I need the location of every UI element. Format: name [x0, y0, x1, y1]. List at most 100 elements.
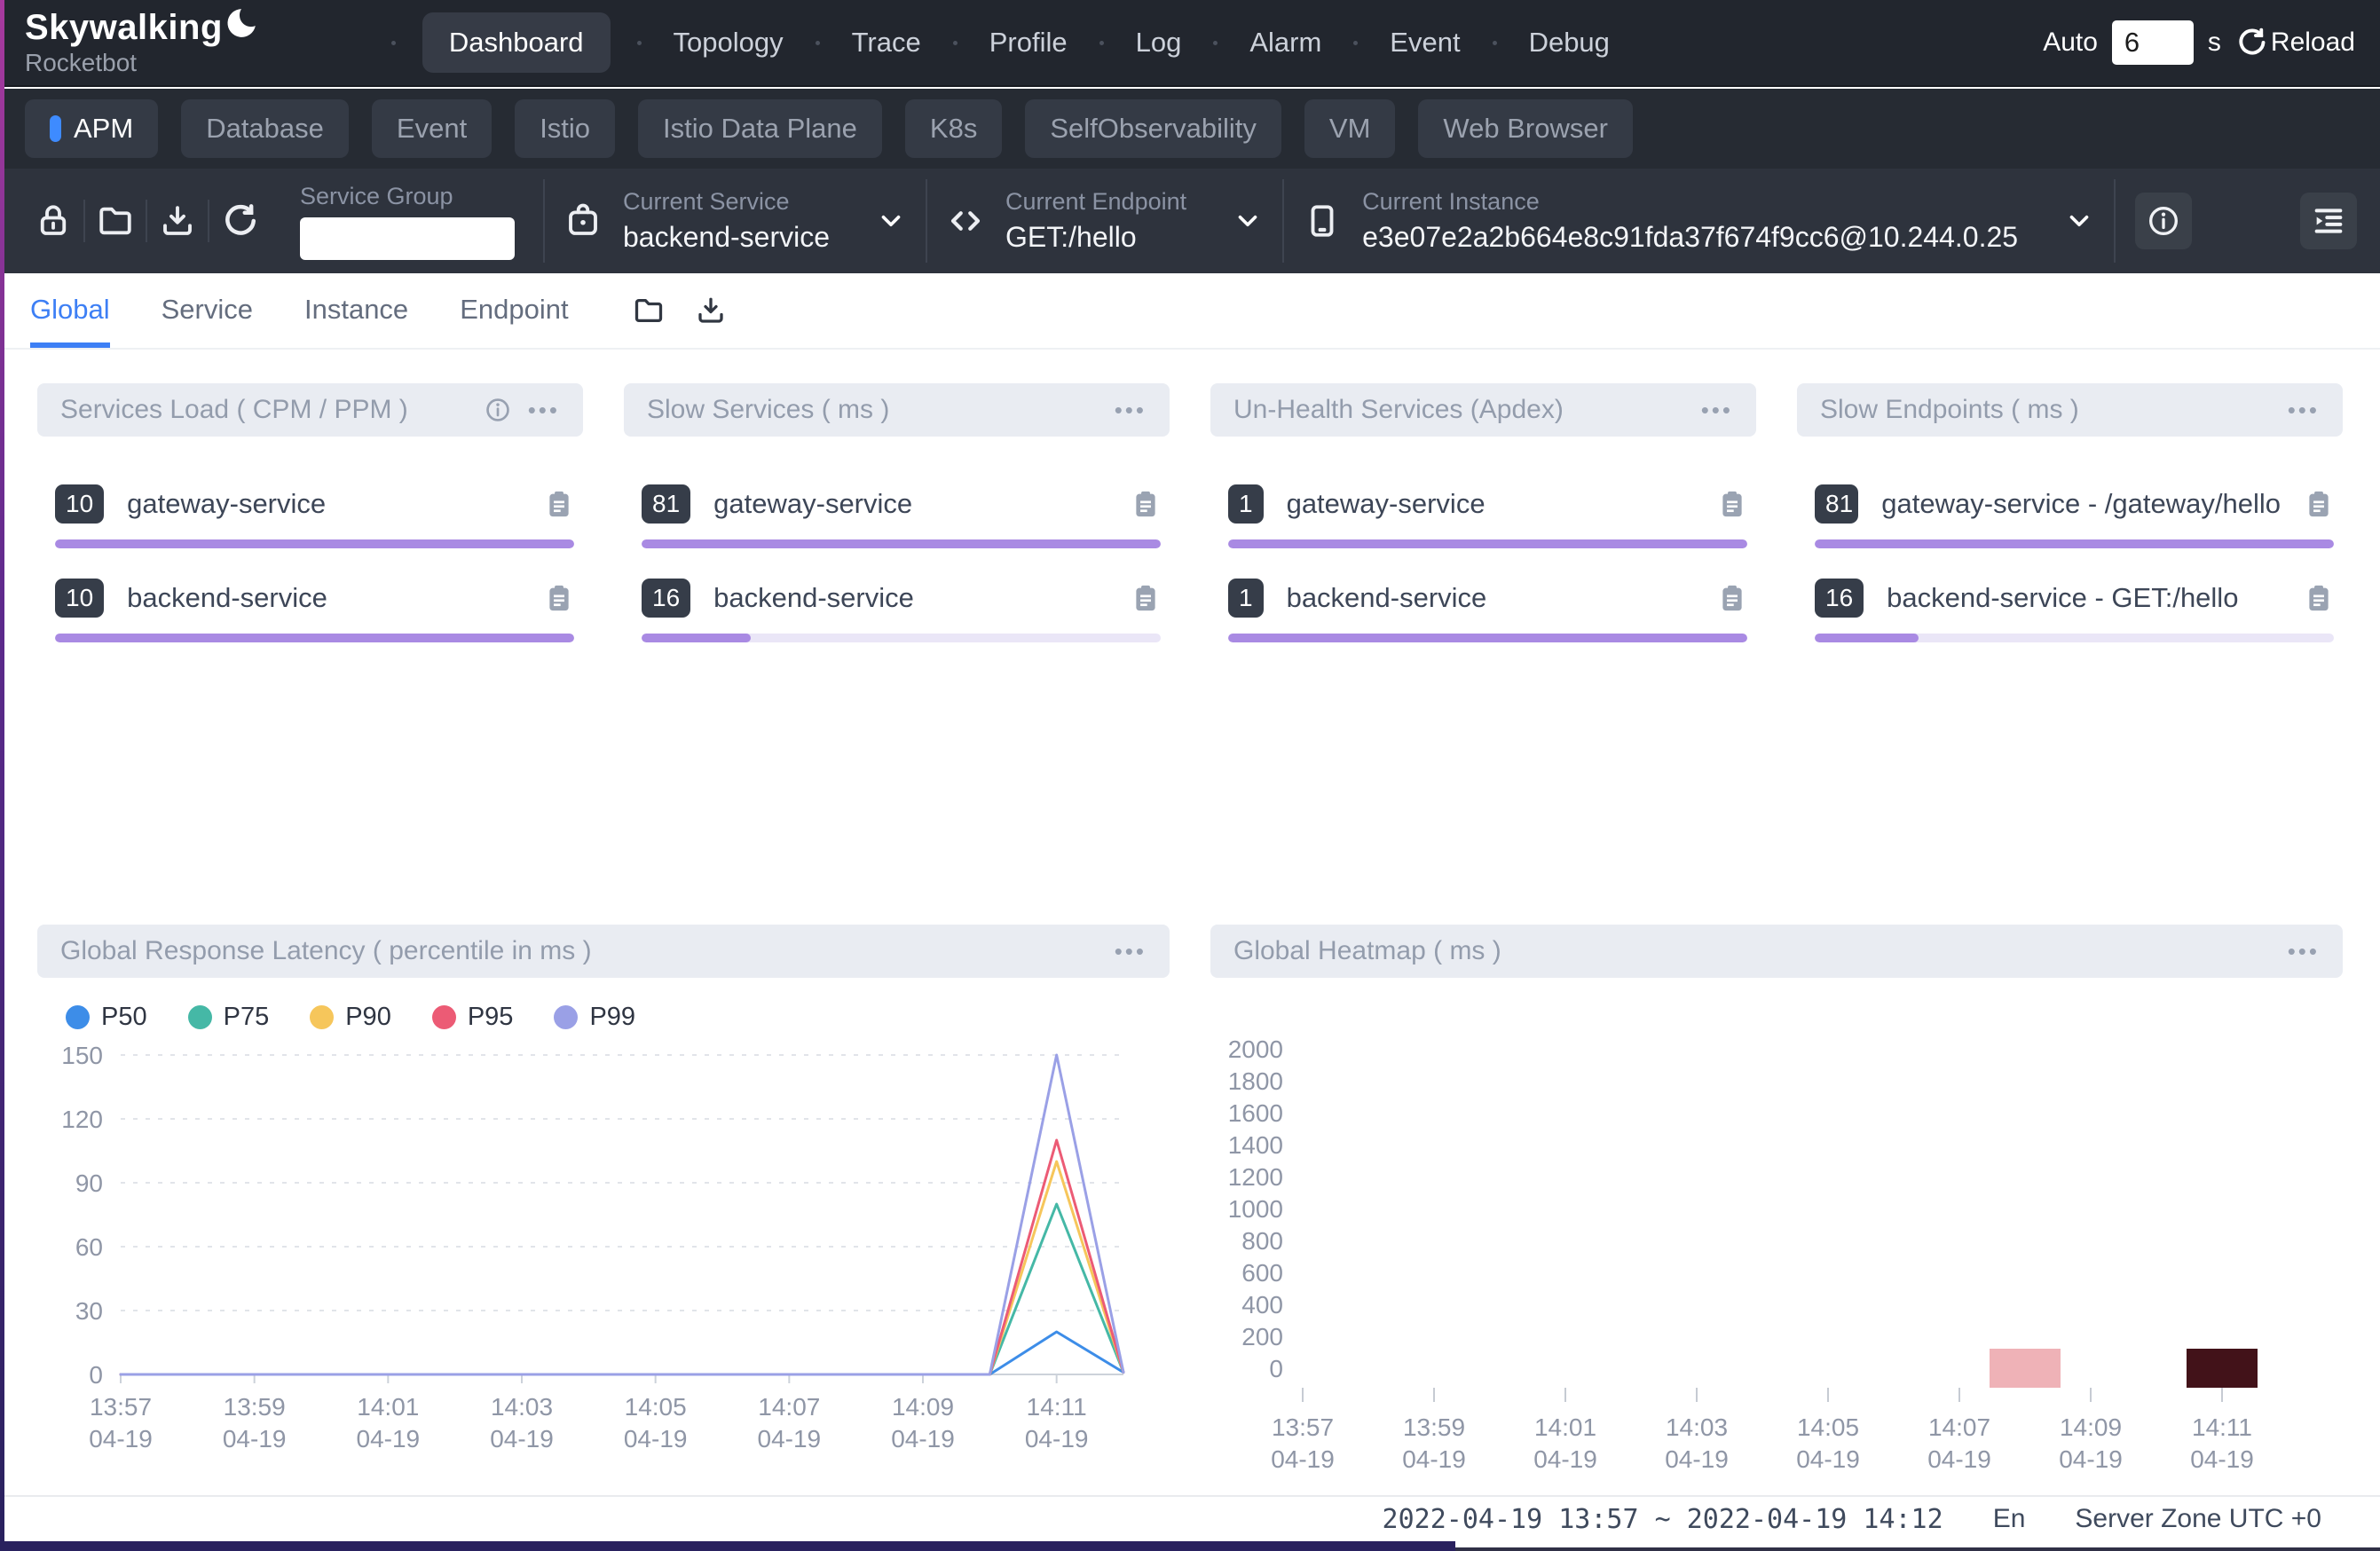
heatmap-chart-card: Global Heatmap ( ms ) ••• 02004006008001…	[1200, 914, 2353, 1473]
clipboard-icon[interactable]	[2304, 580, 2334, 616]
slow-services-card: Slow Services ( ms ) ••• 81 gateway-serv…	[613, 373, 1180, 887]
app-logo[interactable]: Skywalking Rocketbot	[25, 10, 258, 75]
nav-item-alarm[interactable]: Alarm	[1244, 12, 1327, 73]
tab-event[interactable]: Event	[372, 99, 492, 158]
svg-text:04-19: 04-19	[490, 1425, 554, 1453]
time-range-picker[interactable]: 2022-04-19 13:57 ~ 2022-04-19 14:12	[1383, 1504, 1943, 1535]
progress-track	[1228, 539, 1747, 548]
legend-item-p90[interactable]: P90	[310, 1003, 391, 1032]
tab-service[interactable]: Service	[162, 273, 253, 348]
legend-item-p99[interactable]: P99	[554, 1003, 635, 1032]
nav-item-debug[interactable]: Debug	[1524, 12, 1615, 73]
tab-instance[interactable]: Instance	[304, 273, 408, 348]
card-title: Slow Endpoints ( ms )	[1820, 395, 2079, 425]
svg-text:1400: 1400	[1228, 1131, 1283, 1159]
clipboard-icon[interactable]	[1717, 486, 1747, 522]
unhealth-services-card: Un-Health Services (Apdex) ••• 1 gateway…	[1200, 373, 1767, 887]
nav-item-profile[interactable]: Profile	[984, 12, 1073, 73]
download-icon[interactable]	[695, 295, 727, 327]
refresh-button[interactable]	[221, 202, 258, 240]
progress-track	[1228, 634, 1747, 642]
clipboard-icon[interactable]	[544, 486, 574, 522]
service-row[interactable]: 81 gateway-service	[642, 484, 1161, 548]
svg-text:14:09: 14:09	[2060, 1413, 2122, 1441]
legend-item-p95[interactable]: P95	[432, 1003, 514, 1032]
tab-istio[interactable]: Istio	[515, 99, 615, 158]
tab-database[interactable]: Database	[181, 99, 349, 158]
language-selector[interactable]: En	[1993, 1504, 2026, 1534]
clipboard-icon[interactable]	[1131, 486, 1161, 522]
current-service-selector[interactable]: Current Service backend-service	[564, 188, 906, 254]
svg-text:04-19: 04-19	[891, 1425, 955, 1453]
service-row[interactable]: 1 backend-service	[1228, 579, 1747, 642]
tab-k8s[interactable]: K8s	[905, 99, 1002, 158]
tab-endpoint[interactable]: Endpoint	[460, 273, 568, 348]
reload-button[interactable]: Reload	[2235, 27, 2355, 59]
service-row[interactable]: 10 gateway-service	[55, 484, 574, 548]
progress-track	[1815, 634, 2334, 642]
more-menu-icon[interactable]: •••	[1701, 398, 1733, 421]
current-instance-selector[interactable]: Current Instance e3e07e2a2b664e8c91fda37…	[1304, 188, 2094, 254]
svg-text:04-19: 04-19	[1025, 1425, 1089, 1453]
legend-item-p75[interactable]: P75	[188, 1003, 270, 1032]
more-menu-icon[interactable]: •••	[1115, 940, 1147, 963]
server-zone-control[interactable]: Server Zone UTC +0	[2075, 1504, 2321, 1534]
skywalking-dashboard: Skywalking Rocketbot Dashboard Topology …	[0, 0, 2380, 1551]
current-endpoint-selector[interactable]: Current Endpoint GET:/hello	[947, 188, 1263, 254]
tab-vm[interactable]: VM	[1304, 99, 1396, 158]
folder-icon[interactable]	[633, 295, 665, 327]
active-tab-indicator	[50, 115, 61, 142]
svg-text:90: 90	[75, 1169, 103, 1197]
svg-text:1600: 1600	[1228, 1099, 1283, 1127]
more-menu-icon[interactable]: •••	[528, 398, 560, 421]
divider	[926, 179, 927, 263]
import-template-button[interactable]	[97, 202, 134, 240]
legend-swatch	[66, 1005, 90, 1029]
heatmap-chart[interactable]: 020040060080010001200140016001800200013:…	[1205, 1004, 2341, 1484]
svg-text:30: 30	[75, 1297, 103, 1325]
latency-line-chart[interactable]: 030609012015013:5704-1913:5904-1914:0104…	[32, 1039, 1168, 1456]
tab-istio-data-plane[interactable]: Istio Data Plane	[638, 99, 882, 158]
more-menu-icon[interactable]: •••	[1115, 398, 1147, 421]
sidebar-toggle-button[interactable]	[2300, 193, 2357, 249]
card-header: Global Heatmap ( ms ) •••	[1210, 925, 2343, 978]
svg-text:120: 120	[61, 1106, 103, 1133]
more-menu-icon[interactable]: •••	[2288, 940, 2320, 963]
logo-title: Skywalking	[25, 10, 223, 45]
progress-bar	[1228, 539, 1747, 548]
svg-text:14:11: 14:11	[2192, 1413, 2252, 1441]
svg-text:04-19: 04-19	[1271, 1445, 1335, 1473]
clipboard-icon[interactable]	[1717, 580, 1747, 616]
service-row[interactable]: 16 backend-service - GET:/hello	[1815, 579, 2334, 642]
auto-interval-input[interactable]	[2112, 20, 2194, 65]
more-menu-icon[interactable]: •••	[2288, 398, 2320, 421]
services-load-card: Services Load ( CPM / PPM ) ••• 10 gatew…	[27, 373, 594, 887]
service-group-input[interactable]	[300, 217, 515, 260]
lock-button[interactable]	[35, 202, 72, 240]
service-row[interactable]: 10 backend-service	[55, 579, 574, 642]
service-row[interactable]: 1 gateway-service	[1228, 484, 1747, 548]
nav-item-trace[interactable]: Trace	[847, 12, 926, 73]
info-button[interactable]	[2135, 193, 2192, 249]
svg-text:14:07: 14:07	[1928, 1413, 1990, 1441]
svg-text:14:05: 14:05	[625, 1393, 687, 1421]
nav-item-topology[interactable]: Topology	[668, 12, 789, 73]
clipboard-icon[interactable]	[2304, 486, 2334, 522]
svg-text:14:11: 14:11	[1027, 1393, 1087, 1421]
progress-bar	[1815, 634, 1919, 642]
tab-selfobservability[interactable]: SelfObservability	[1025, 99, 1281, 158]
nav-item-event[interactable]: Event	[1384, 12, 1465, 73]
nav-item-log[interactable]: Log	[1131, 12, 1187, 73]
clipboard-icon[interactable]	[1131, 580, 1161, 616]
tab-global[interactable]: Global	[30, 273, 110, 348]
legend-item-p50[interactable]: P50	[66, 1003, 147, 1032]
value-badge: 1	[1228, 579, 1264, 618]
tab-apm[interactable]: APM	[25, 99, 158, 158]
export-template-button[interactable]	[159, 202, 196, 240]
service-row[interactable]: 16 backend-service	[642, 579, 1161, 642]
tab-web-browser[interactable]: Web Browser	[1418, 99, 1633, 158]
nav-item-dashboard[interactable]: Dashboard	[422, 12, 611, 73]
info-icon[interactable]	[484, 396, 512, 424]
clipboard-icon[interactable]	[544, 580, 574, 616]
service-row[interactable]: 81 gateway-service - /gateway/hello	[1815, 484, 2334, 548]
